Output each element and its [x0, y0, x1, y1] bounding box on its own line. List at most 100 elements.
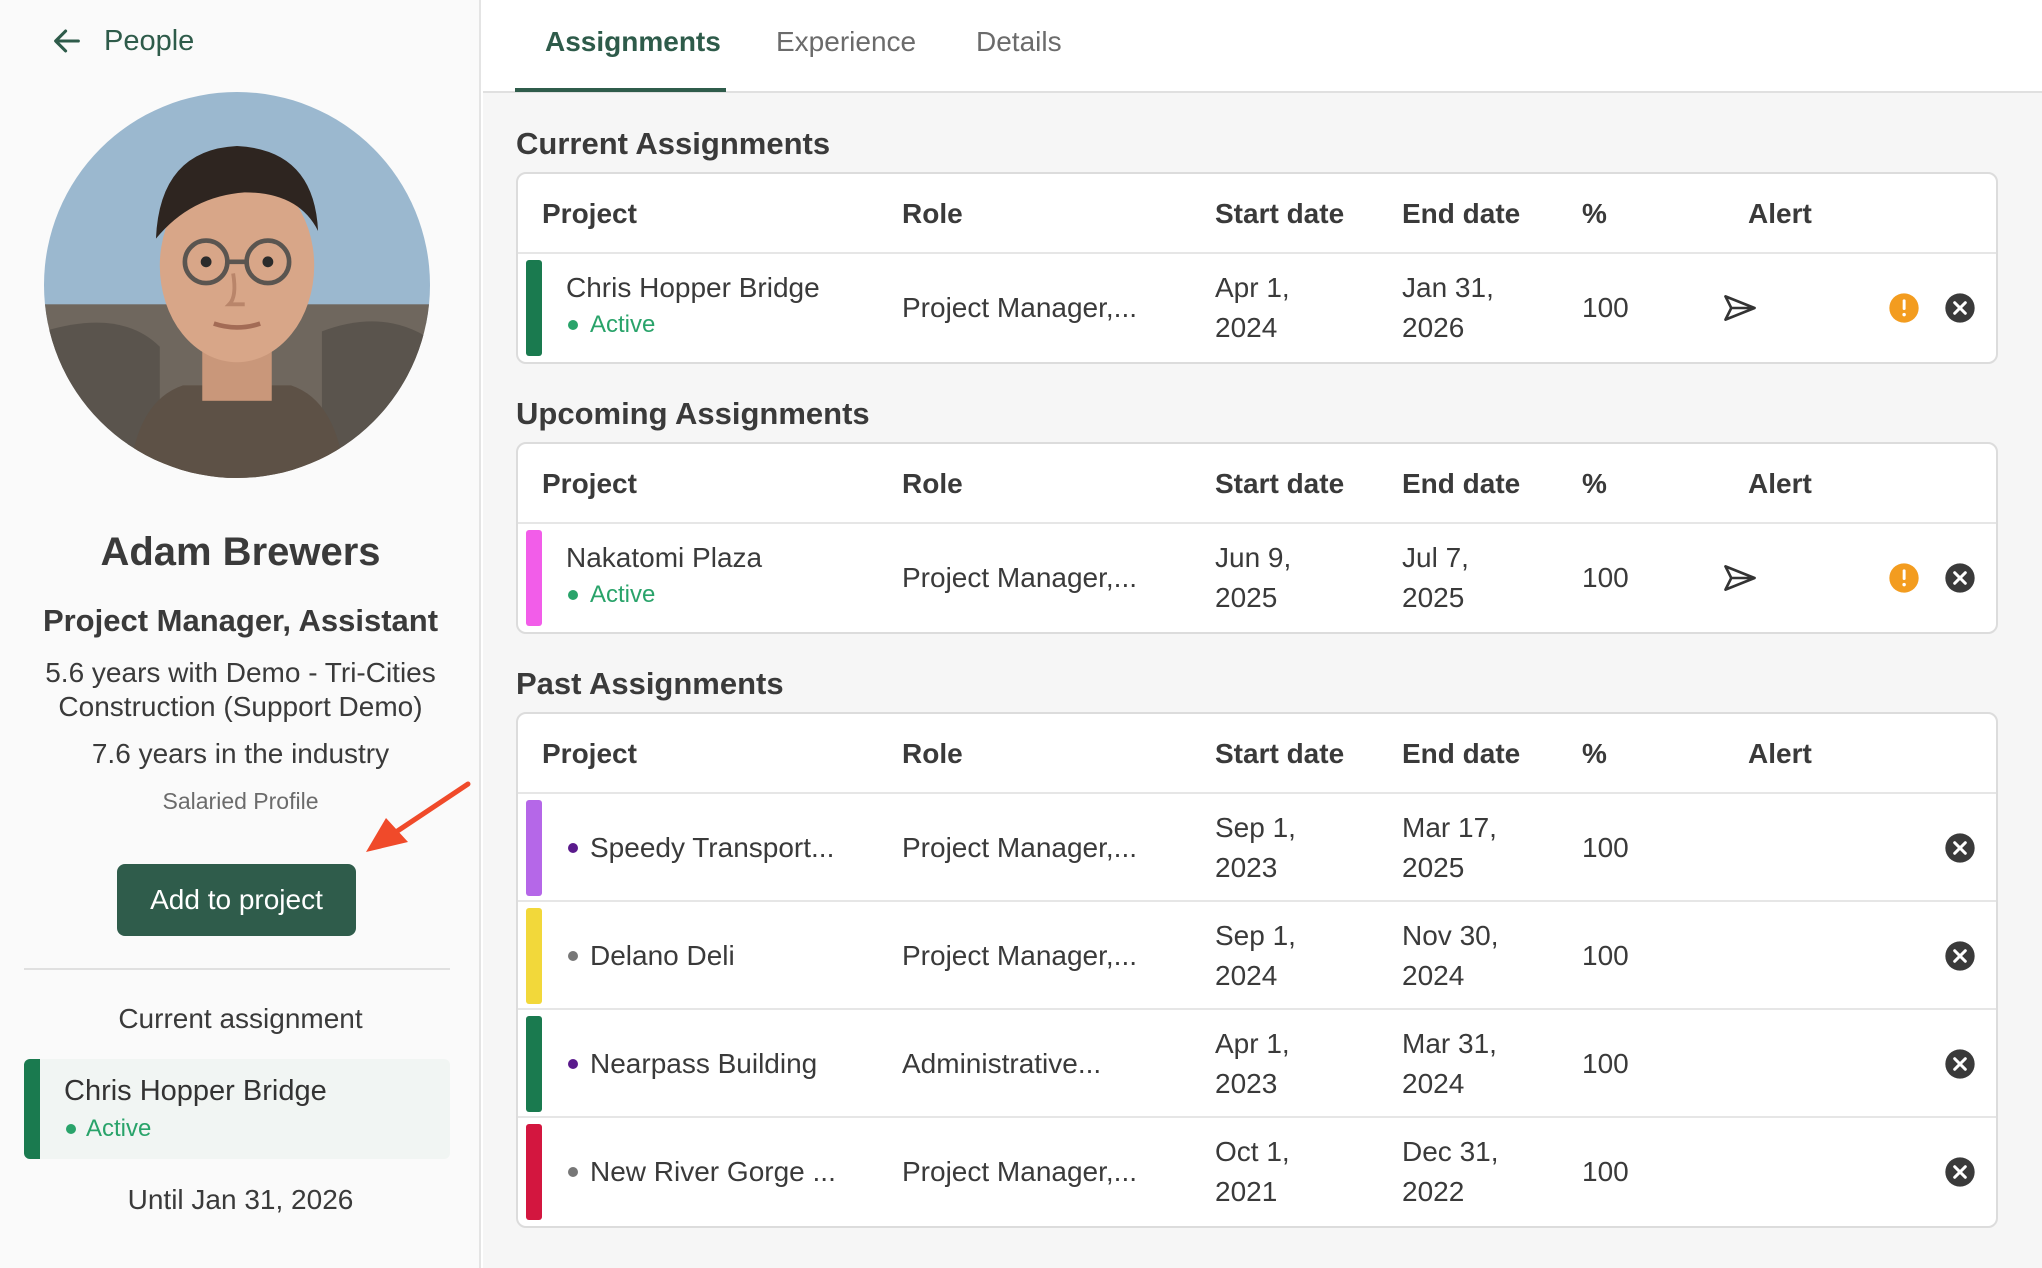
project-dot-icon	[568, 1167, 578, 1177]
active-tab-indicator	[515, 88, 726, 92]
col-end-date: End date	[1402, 738, 1521, 769]
upcoming-assignments-title: Upcoming Assignments	[516, 396, 870, 431]
start-date-line1: Sep 1,	[1215, 812, 1296, 843]
col-percent: %	[1582, 468, 1607, 499]
col-role: Role	[902, 198, 963, 229]
past-assignments-title: Past Assignments	[516, 666, 784, 701]
past-assignments-table: Project Role Start date End date % Alert…	[516, 712, 1998, 1228]
row-percent: 100	[1582, 832, 1629, 863]
warning-icon[interactable]	[1888, 292, 1920, 324]
row-project: Nearpass Building	[568, 1044, 817, 1084]
remove-assignment-icon[interactable]	[1944, 940, 1976, 972]
sidebar-divider	[24, 968, 450, 970]
status-dot-icon	[568, 320, 578, 330]
status-dot-icon	[66, 1124, 76, 1134]
current-assignments-table: Project Role Start date End date % Alert…	[516, 172, 1998, 364]
col-percent: %	[1582, 198, 1607, 229]
col-role: Role	[902, 738, 963, 769]
col-project: Project	[542, 468, 637, 499]
row-start-date: Sep 1, 2023	[1215, 808, 1296, 888]
current-assignments-title: Current Assignments	[516, 126, 831, 161]
remove-assignment-icon[interactable]	[1944, 1048, 1976, 1080]
col-project: Project	[542, 198, 637, 229]
row-percent: 100	[1582, 562, 1629, 593]
remove-assignment-icon[interactable]	[1944, 832, 1976, 864]
row-start-date: Sep 1, 2024	[1215, 916, 1296, 996]
row-project: Chris Hopper Bridge	[566, 272, 820, 303]
tab-details[interactable]: Details	[976, 26, 1062, 58]
col-start-date: Start date	[1215, 468, 1345, 499]
table-row[interactable]: Chris Hopper Bridge Active Project Manag…	[518, 254, 1996, 362]
tab-assignments[interactable]: Assignments	[545, 26, 721, 58]
start-date-line1: Apr 1,	[1215, 272, 1290, 303]
col-percent: %	[1582, 738, 1607, 769]
add-to-project-button[interactable]: Add to project	[117, 864, 356, 936]
project-label: Delano Deli	[590, 940, 735, 971]
row-project: Delano Deli	[568, 936, 735, 976]
table-row[interactable]: Nearpass Building Administrative... Apr …	[518, 1010, 1996, 1118]
row-status: Active	[568, 580, 655, 610]
table-header: Project Role Start date End date % Alert	[518, 174, 1996, 254]
start-date-line1: Apr 1,	[1215, 1028, 1290, 1059]
current-assignment-status: Active	[66, 1115, 151, 1143]
table-row[interactable]: New River Gorge ... Project Manager,... …	[518, 1118, 1996, 1226]
row-role: Project Manager,...	[902, 832, 1138, 863]
send-alert-icon[interactable]	[1722, 562, 1758, 594]
row-role: Administrative...	[902, 1048, 1102, 1079]
tab-experience[interactable]: Experience	[776, 26, 916, 58]
warning-icon[interactable]	[1888, 562, 1920, 594]
remove-assignment-icon[interactable]	[1944, 1156, 1976, 1188]
end-date-line2: 2026	[1402, 312, 1465, 343]
start-date-line1: Jun 9,	[1215, 542, 1292, 573]
row-end-date: Dec 31, 2022	[1402, 1132, 1499, 1212]
col-project: Project	[542, 738, 637, 769]
current-assignment-card[interactable]: Chris Hopper Bridge Active	[24, 1059, 450, 1159]
row-percent: 100	[1582, 1048, 1629, 1079]
remove-assignment-icon[interactable]	[1944, 562, 1976, 594]
row-start-date: Apr 1, 2024	[1215, 268, 1290, 348]
table-row[interactable]: Delano Deli Project Manager,... Sep 1, 20…	[518, 902, 1996, 1010]
end-date-line1: Mar 31,	[1402, 1028, 1497, 1059]
end-date-line2: 2024	[1402, 1068, 1465, 1099]
project-label: Nearpass Building	[590, 1048, 818, 1079]
row-role: Project Manager,...	[902, 940, 1138, 971]
row-percent: 100	[1582, 292, 1629, 323]
send-alert-icon[interactable]	[1722, 292, 1758, 324]
arrow-left-icon	[54, 29, 80, 53]
project-label: New River Gorge ...	[590, 1156, 836, 1187]
row-end-date: Mar 31, 2024	[1402, 1024, 1497, 1104]
row-start-date: Apr 1, 2023	[1215, 1024, 1290, 1104]
status-label: Active	[86, 1115, 152, 1142]
start-date-line2: 2024	[1215, 312, 1278, 343]
table-row[interactable]: Nakatomi Plaza Active Project Manager,..…	[518, 524, 1996, 632]
row-percent: 100	[1582, 940, 1629, 971]
start-date-line2: 2023	[1215, 1068, 1278, 1099]
person-title: Project Manager, Assistant	[42, 603, 439, 638]
col-end-date: End date	[1402, 468, 1521, 499]
end-date-line1: Jan 31,	[1402, 272, 1494, 303]
row-role: Project Manager,...	[902, 1156, 1138, 1187]
project-dot-icon	[568, 951, 578, 961]
table-row[interactable]: Speedy Transport... Project Manager,... …	[518, 794, 1996, 902]
table-header: Project Role Start date End date % Alert	[518, 444, 1996, 524]
col-end-date: End date	[1402, 198, 1521, 229]
annotation-arrow-icon	[366, 781, 471, 852]
industry-experience: 7.6 years in the industry	[91, 738, 390, 769]
row-start-date: Oct 1, 2021	[1215, 1132, 1290, 1212]
tab-bar: Assignments Experience Details	[483, 0, 2042, 93]
assignments-panel: Assignments Experience Details Current A…	[483, 0, 2042, 1268]
remove-assignment-icon[interactable]	[1944, 292, 1976, 324]
start-date-line2: 2024	[1215, 960, 1278, 991]
col-role: Role	[902, 468, 963, 499]
person-name: Adam Brewers	[100, 530, 381, 574]
end-date-line1: Mar 17,	[1402, 812, 1497, 843]
row-project: Speedy Transport...	[568, 828, 834, 868]
back-to-people-link[interactable]: People	[50, 24, 194, 58]
row-end-date: Nov 30, 2024	[1402, 916, 1499, 996]
project-color-bar	[526, 800, 542, 896]
row-end-date: Mar 17, 2025	[1402, 808, 1497, 888]
project-color-bar	[526, 908, 542, 1004]
col-alert: Alert	[1748, 738, 1812, 769]
col-start-date: Start date	[1215, 198, 1345, 229]
project-dot-icon	[568, 843, 578, 853]
